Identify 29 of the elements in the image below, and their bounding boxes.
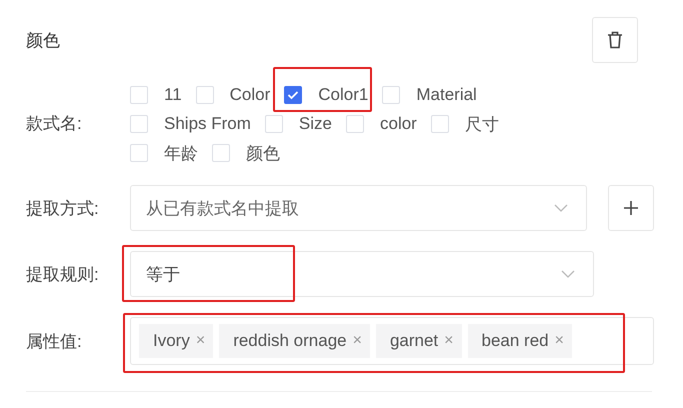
trash-icon bbox=[607, 31, 623, 49]
field-label: 提取方式: bbox=[26, 198, 100, 220]
value-tag: garnet × bbox=[376, 324, 462, 358]
checkbox-option[interactable]: 颜色 bbox=[212, 141, 280, 165]
checkbox-option[interactable]: Ships From bbox=[130, 112, 251, 136]
field-label: 款式名: bbox=[26, 112, 83, 134]
check-icon bbox=[287, 90, 300, 100]
checkbox-option[interactable]: Material bbox=[382, 83, 477, 107]
checkbox[interactable] bbox=[284, 86, 302, 104]
chevron-down-icon bbox=[554, 204, 568, 212]
method-select[interactable]: 从已有款式名中提取 bbox=[130, 185, 587, 231]
checkbox-option[interactable]: Color1 bbox=[273, 67, 372, 112]
delete-button[interactable] bbox=[592, 17, 638, 63]
checkbox-option[interactable]: 年龄 bbox=[130, 141, 198, 165]
add-button[interactable] bbox=[608, 185, 654, 231]
checkbox-option[interactable]: Size bbox=[264, 112, 332, 136]
field-label: 提取规则: bbox=[26, 264, 100, 286]
checkbox-option[interactable]: color bbox=[346, 112, 417, 136]
rule-select[interactable]: 等于 bbox=[130, 251, 594, 297]
checkbox-option[interactable]: 11 bbox=[130, 83, 182, 107]
field-label: 属性值: bbox=[26, 330, 83, 352]
value-tag: Ivory × bbox=[139, 324, 214, 358]
checkbox-option[interactable]: Color bbox=[196, 83, 270, 107]
value-tag: bean red × bbox=[468, 324, 572, 358]
section-title: 颜色 bbox=[26, 30, 60, 52]
value-tag: reddish ornage × bbox=[219, 324, 370, 358]
plus-icon bbox=[623, 200, 639, 216]
chevron-down-icon bbox=[561, 270, 575, 278]
checkbox-option[interactable]: 尺寸 bbox=[430, 112, 499, 136]
